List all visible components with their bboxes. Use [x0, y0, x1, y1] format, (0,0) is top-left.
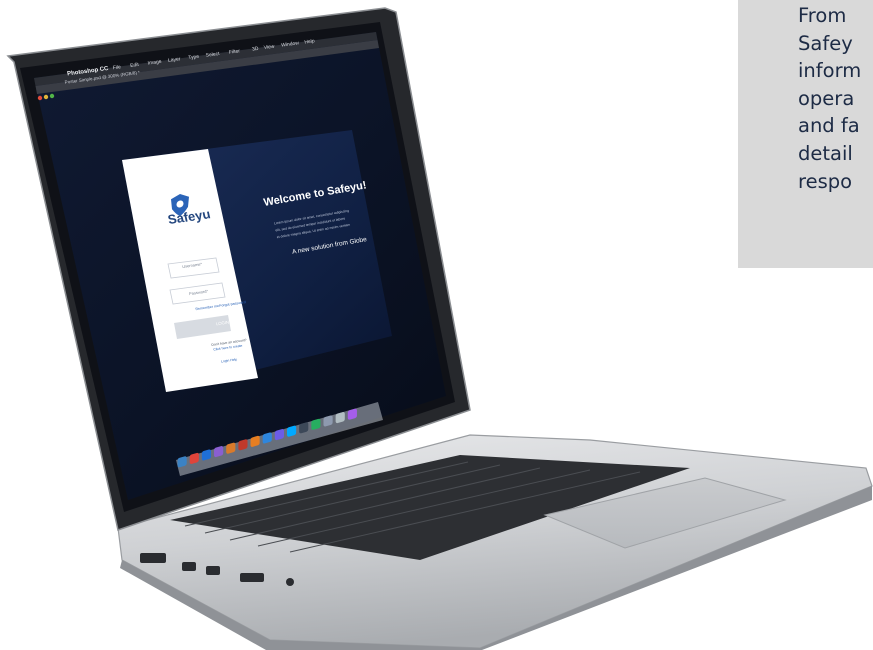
- dock-app-icon[interactable]: [201, 449, 212, 461]
- menu-items: File Edit Image Layer Type Select Filter 3D View…: [112, 38, 315, 71]
- caption-panel: From Safey inform opera and fa detail re…: [738, 0, 873, 268]
- login-help-link[interactable]: Login Help: [221, 357, 238, 363]
- menu-item-filter[interactable]: Filter: [228, 48, 240, 55]
- menu-item-layer[interactable]: Layer: [168, 56, 182, 64]
- dock-app-icon[interactable]: [299, 422, 309, 434]
- menu-item-help[interactable]: Help: [304, 38, 316, 45]
- menu-item-window[interactable]: Window: [281, 40, 300, 48]
- dock-app-icon[interactable]: [177, 456, 187, 468]
- dock-app-icon[interactable]: [262, 432, 272, 444]
- menu-item-file[interactable]: File: [112, 64, 121, 71]
- menu-item-view[interactable]: View: [263, 44, 275, 51]
- tagline: A new solution from Globe: [291, 236, 367, 256]
- forgot-password-link[interactable]: Forgot password: [219, 300, 246, 308]
- caption-text: From Safey inform opera and fa detail re…: [798, 4, 862, 193]
- dock: [177, 408, 357, 468]
- menu-item-image[interactable]: Image: [147, 59, 162, 67]
- dock-app-icon[interactable]: [347, 408, 357, 420]
- menu-item-select[interactable]: Select: [205, 51, 220, 59]
- login-button[interactable]: LOGIN: [215, 320, 229, 327]
- remember-me-checkbox[interactable]: Remember me: [195, 304, 219, 311]
- dock-app-icon[interactable]: [238, 439, 248, 451]
- dock-app-icon[interactable]: [226, 442, 236, 454]
- username-field[interactable]: Username*: [182, 261, 203, 269]
- welcome-title: Welcome to Safeyu!: [263, 179, 368, 208]
- dock-app-icon[interactable]: [335, 412, 345, 424]
- dock-app-icon[interactable]: [311, 418, 321, 430]
- menu-item-3d[interactable]: 3D: [252, 46, 260, 53]
- menu-item-type[interactable]: Type: [188, 54, 200, 61]
- dock-app-icon[interactable]: [189, 452, 199, 464]
- dock-app-icon[interactable]: [274, 429, 284, 441]
- dock-app-icon[interactable]: [250, 435, 260, 447]
- dock-app-icon[interactable]: [214, 446, 224, 458]
- password-field[interactable]: Password*: [189, 288, 209, 296]
- safeyu-logo-text: Safeyu: [166, 206, 211, 227]
- dock-app-icon[interactable]: [286, 425, 297, 437]
- dock-app-icon[interactable]: [323, 415, 333, 427]
- menu-item-edit[interactable]: Edit: [130, 62, 140, 69]
